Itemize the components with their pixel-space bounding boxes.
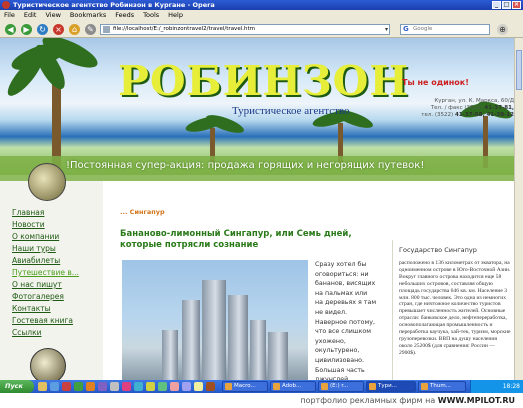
minimize-button[interactable]: _ (492, 1, 501, 9)
scrollbar-thumb[interactable] (516, 50, 522, 90)
vertical-scrollbar[interactable] (514, 38, 523, 380)
menu-tools[interactable]: Tools (143, 10, 159, 21)
search-input[interactable]: G Google (400, 24, 490, 35)
zoom-icon[interactable]: ⊕ (497, 24, 508, 35)
phone1: 41-37-81, (484, 105, 514, 111)
nav-item-gallery[interactable]: Фотогалерея (12, 291, 79, 303)
reload-icon[interactable]: ↻ (37, 24, 48, 35)
window-titlebar: Туристическое агентство Робинзон в Курга… (0, 0, 523, 10)
nav-item-travel[interactable]: Путешествие в... (12, 267, 79, 279)
nav-item-about[interactable]: О компании (12, 231, 79, 243)
nav-item-tickets[interactable]: Авиабилеты (12, 255, 79, 267)
slogan: Ты не одинок! (402, 78, 469, 87)
globe-icon (30, 348, 66, 380)
address-text: file://localhost/E:/_robinzontravel2/tra… (113, 26, 255, 32)
quicklaunch-icon[interactable] (170, 382, 179, 391)
quicklaunch-icon[interactable] (98, 382, 107, 391)
address-bar[interactable]: file://localhost/E:/_robinzontravel2/tra… (100, 24, 390, 35)
quicklaunch-icon[interactable] (38, 382, 47, 391)
breadcrumb[interactable]: ... Сингапур (120, 208, 165, 216)
close-button[interactable]: × (512, 1, 521, 9)
country-info-title: Государство Сингапур (399, 246, 477, 254)
system-tray: 18:28 (470, 380, 523, 393)
menu-bar: File Edit View Bookmarks Feeds Tools Hel… (0, 10, 523, 21)
quicklaunch-icon[interactable] (74, 382, 83, 391)
contact-info: Курган, ул. К. Маркса, 60/Д Тел. / факс … (384, 98, 514, 119)
singapore-photo (122, 260, 308, 380)
phone2-label: тел. (3522) (421, 112, 454, 118)
taskbar-button[interactable]: Adob... (270, 381, 316, 392)
quicklaunch-icon[interactable] (122, 382, 131, 391)
stop-icon[interactable]: × (53, 24, 64, 35)
caption-prefix: портфолио рекламных фирм на (300, 396, 436, 405)
portfolio-caption: портфолио рекламных фирм на WWW.MPILOT.R… (0, 393, 523, 408)
back-icon[interactable]: ◀ (5, 24, 16, 35)
quicklaunch-icon[interactable] (194, 382, 203, 391)
taskbar-button[interactable]: Macro... (222, 381, 268, 392)
menu-edit[interactable]: Edit (24, 10, 37, 21)
forward-icon[interactable]: ▶ (21, 24, 32, 35)
palm-tree-image (0, 38, 102, 168)
nav-item-tours[interactable]: Наши туры (12, 243, 79, 255)
promo-text: !Постоянная супер-акция: продажа горящих… (66, 160, 425, 171)
quicklaunch-icon[interactable] (50, 382, 59, 391)
country-info-text: расположено в 136 километрах от экватора… (399, 260, 511, 356)
country-info-panel: Государство Сингапур расположено в 136 к… (392, 240, 514, 380)
quicklaunch-icon[interactable] (62, 382, 71, 391)
quicklaunch-icon[interactable] (86, 382, 95, 391)
nav-menu: Главная Новости О компании Наши туры Ави… (12, 207, 79, 339)
caption-site: WWW.MPILOT.RU (437, 396, 515, 405)
nav-item-contacts[interactable]: Контакты (12, 303, 79, 315)
quicklaunch-icon[interactable] (158, 382, 167, 391)
opera-icon (2, 1, 10, 9)
start-button[interactable]: Пуск (0, 380, 34, 393)
quicklaunch-icon[interactable] (146, 382, 155, 391)
site-tagline: Туристическое агентство (232, 105, 350, 117)
article-headline: Бананово-лимонный Сингапур, или Семь дне… (120, 229, 352, 250)
site-header: РОБИНЗОН РОБИНЗОН Туристическое агентств… (0, 38, 514, 175)
page-icon (103, 26, 110, 33)
nav-item-news[interactable]: Новости (12, 219, 79, 231)
site-logo[interactable]: РОБИНЗОН (118, 57, 409, 105)
article-text: Сразу хотел бы оговориться: ни бананов, … (315, 261, 377, 380)
taskbar: Пуск Macro... Adob... (E:) r... Тури... … (0, 380, 523, 393)
google-icon: G (403, 25, 409, 33)
phone1-label: Тел. / факс (3522) (430, 105, 483, 111)
menu-help[interactable]: Help (168, 10, 183, 21)
edit-icon[interactable]: ✎ (85, 24, 96, 35)
page-viewport: РОБИНЗОН РОБИНЗОН Туристическое агентств… (0, 38, 514, 380)
window-title: Туристическое агентство Робинзон в Курга… (13, 1, 215, 9)
taskbar-button-active[interactable]: Тури... (366, 381, 416, 392)
menu-file[interactable]: File (4, 10, 15, 21)
nav-item-home[interactable]: Главная (12, 207, 79, 219)
quicklaunch-icon[interactable] (182, 382, 191, 391)
menu-view[interactable]: View (45, 10, 60, 21)
clock: 18:28 (502, 383, 520, 390)
chevron-down-icon[interactable]: ▾ (385, 25, 388, 34)
home-icon[interactable]: ⌂ (69, 24, 80, 35)
globe-icon (28, 163, 66, 201)
browser-toolbar: ◀ ▶ ↻ × ⌂ ✎ file://localhost/E:/_robinzo… (0, 21, 523, 38)
menu-bookmarks[interactable]: Bookmarks (70, 10, 106, 21)
nav-item-guestbook[interactable]: Гостевая книга (12, 315, 79, 327)
search-placeholder: Google (413, 26, 433, 32)
main-content: ... Сингапур Бананово-лимонный Сингапур,… (112, 200, 382, 380)
taskbar-button[interactable]: (E:) r... (318, 381, 364, 392)
quicklaunch-icon[interactable] (134, 382, 143, 391)
maximize-button[interactable]: □ (502, 1, 511, 9)
menu-feeds[interactable]: Feeds (115, 10, 134, 21)
quicklaunch-icon[interactable] (110, 382, 119, 391)
window-controls: _ □ × (492, 1, 521, 9)
phone2: 41-37-58, 41-38-12 (454, 112, 514, 118)
taskbar-button[interactable]: Thum... (418, 381, 466, 392)
nav-item-press[interactable]: О нас пишут (12, 279, 79, 291)
contact-address: Курган, ул. К. Маркса, 60/Д (434, 98, 514, 104)
quicklaunch-icon[interactable] (206, 382, 215, 391)
nav-item-links[interactable]: Ссылки (12, 327, 79, 339)
